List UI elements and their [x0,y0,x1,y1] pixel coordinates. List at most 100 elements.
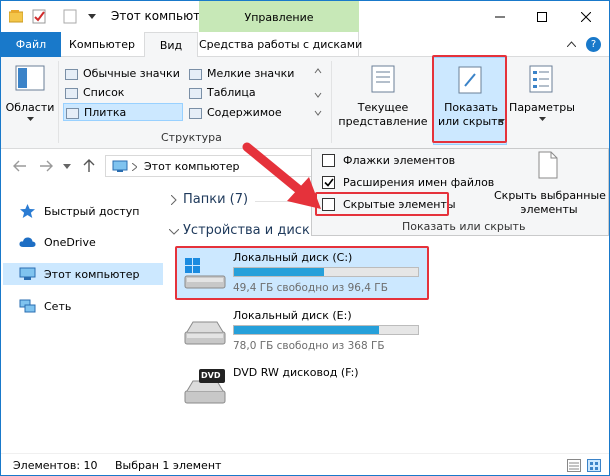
forward-arrow-icon[interactable] [39,160,53,172]
drive-f-name: DVD RW дисковод (F:) [233,366,359,379]
tab-disk-tools[interactable]: Средства работы с дисками [199,32,362,57]
details-view-icon[interactable] [567,459,581,472]
drive-e-name: Локальный диск (E:) [233,309,352,322]
layout-group-label: Структура [161,131,222,144]
current-view-line1: Текущее [357,101,409,114]
sidebar-item-label: Быстрый доступ [44,204,140,218]
title-bar: Этот компьют Управление [1,1,609,32]
layout-large-icons[interactable]: Обычные значки [65,67,180,80]
item-checkboxes-label: Флажки элементов [343,154,456,167]
tiles-icon [66,107,79,119]
cloud-icon [19,237,36,247]
tab-computer[interactable]: Компьютер [61,32,143,57]
options-button[interactable]: Параметры [509,61,575,127]
current-view-button[interactable]: Текущее представление [337,61,429,128]
back-arrow-icon[interactable] [13,160,27,172]
minimize-icon [495,16,505,17]
layout-scroll-icon[interactable] [314,67,322,121]
sidebar-item-quick-access[interactable]: Быстрый доступ [19,200,140,222]
options-dropdown-icon [539,117,546,121]
layout-tiles[interactable]: Плитка [63,103,183,121]
navigation-pane-icon [15,65,45,91]
small-icons-icon [189,68,202,80]
ribbon-view: Области Обычные значки Мелкие значки Спи… [1,55,609,149]
options-icon [529,65,553,93]
close-button[interactable] [563,1,609,32]
close-icon [581,11,591,22]
tiles-view-icon[interactable] [587,459,601,472]
drive-e-tile[interactable]: Локальный диск (E:) 78,0 ГБ свободно из … [177,306,427,356]
up-arrow-icon[interactable] [83,159,95,173]
ribbon-tabs: Файл Компьютер Вид Средства работы с дис… [1,32,609,58]
properties-icon[interactable] [31,9,47,24]
computer-icon [19,267,36,280]
chevron-down-icon[interactable] [169,229,179,235]
sidebar-item-this-pc[interactable]: Этот компьютер [19,263,140,285]
collapse-ribbon-icon[interactable] [567,41,576,47]
sidebar-item-label: Этот компьютер [44,267,140,281]
status-item-count: Элементов: 10 [13,459,98,472]
devices-group-header[interactable]: Устройства и диск [183,223,310,238]
layout-content[interactable]: Содержимое [189,106,282,119]
areas-dropdown-icon [27,117,34,121]
details-icon [189,87,202,99]
computer-icon [112,160,128,172]
hide-selected-button[interactable]: Скрыть выбранные элементы [494,151,606,216]
status-bar: Элементов: 10 Выбран 1 элемент [1,453,609,475]
scrollbar[interactable] [597,237,609,451]
highlight-hidden-items [315,192,449,216]
tab-view[interactable]: Вид [144,32,198,58]
help-icon[interactable]: ? [586,37,601,52]
dvd-icon-label: DVD [201,371,221,380]
checkbox-file-extensions[interactable]: Расширения имен файлов [322,176,494,189]
drive-f-tile[interactable]: DVD DVD RW дисковод (F:) [177,363,427,413]
hide-selected-icon [538,151,558,179]
drive-e-usage-fill [234,326,380,334]
checkbox-item-checkboxes[interactable]: Флажки элементов [322,154,455,167]
drive-e-usage-bar [233,325,419,335]
layout-details[interactable]: Таблица [189,86,256,99]
layout-small-icons[interactable]: Мелкие значки [189,67,294,80]
quick-access-icon[interactable] [9,10,23,23]
current-view-line2: представление [338,115,428,128]
options-label: Параметры [509,101,575,114]
hard-drive-icon [184,321,226,345]
areas-button[interactable]: Области [5,61,55,127]
list-icon [65,87,78,99]
areas-label: Области [5,101,55,114]
separator [331,61,332,143]
window-title: Этот компьют [111,9,201,23]
hide-selected-line1: Скрыть выбранные [494,189,606,202]
star-icon [20,204,35,218]
show-hide-group-label: Показать или скрыть [402,220,526,233]
tab-file[interactable]: Файл [1,32,61,57]
hide-selected-line2: элементы [520,203,578,216]
chevron-right-icon [132,163,137,171]
large-icons-icon [65,68,78,80]
show-hide-dropdown: Флажки элементов Расширения имен файлов … [311,148,609,236]
minimize-button[interactable] [477,1,523,32]
manage-tab[interactable]: Управление [199,1,359,32]
sidebar-item-label: OneDrive [44,235,96,249]
layout-list-label: Список [83,86,125,99]
current-view-icon [371,65,395,93]
content-icon [189,107,202,119]
chevron-right-icon[interactable] [171,195,177,205]
chevron-down-icon[interactable] [88,14,96,20]
sidebar-item-onedrive[interactable]: OneDrive [19,231,96,253]
separator [58,61,59,143]
layout-list[interactable]: Список [65,86,124,99]
recent-locations-icon[interactable] [63,164,71,169]
layout-details-label: Таблица [207,86,256,99]
sidebar-item-network[interactable]: Сеть [19,295,71,317]
layout-tiles-label: Плитка [84,106,127,119]
maximize-button[interactable] [519,1,565,32]
maximize-icon [537,11,547,22]
new-folder-icon[interactable] [63,9,77,24]
explorer-window: Этот компьют Управление Файл Компьютер В… [0,0,610,476]
layout-small-icons-label: Мелкие значки [207,67,295,80]
address-path: Этот компьютер [144,160,240,173]
layout-content-label: Содержимое [207,106,282,119]
highlight-drive-c [175,246,429,300]
drive-e-free: 78,0 ГБ свободно из 368 ГБ [233,340,385,352]
